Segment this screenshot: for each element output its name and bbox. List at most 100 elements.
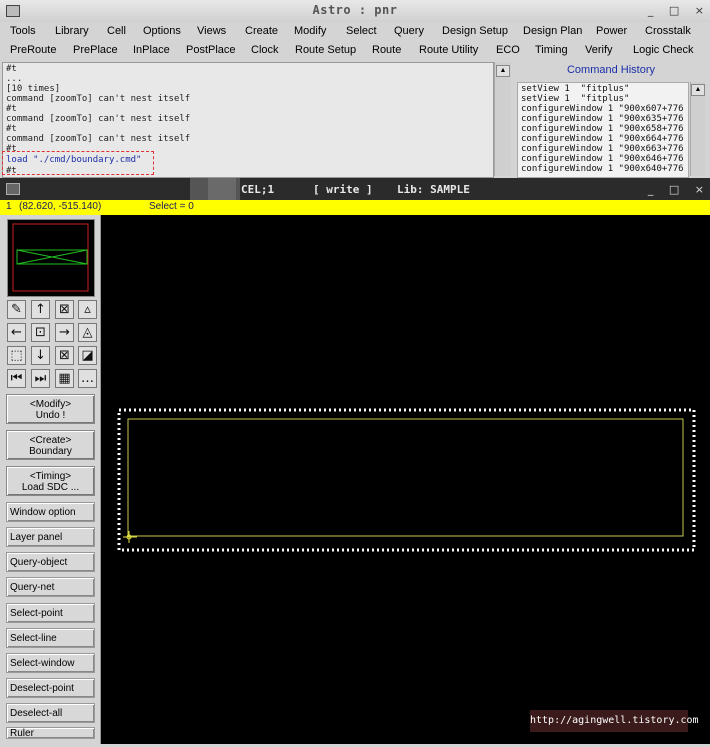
zoom-prev-icon[interactable]: ⬚ [7, 346, 26, 365]
menu-logic-check[interactable]: Logic Check [633, 44, 694, 56]
console-line: command [zoomTo] can't nest itself [6, 94, 191, 104]
window-menu-icon[interactable] [6, 183, 20, 195]
load-sdc-button[interactable]: <Timing> Load SDC ... [6, 466, 95, 496]
fast-forward-icon[interactable]: ⏭ [31, 369, 50, 388]
menu-preplace[interactable]: PrePlace [73, 44, 118, 56]
menu-route[interactable]: Route [372, 44, 401, 56]
history-item[interactable]: configureWindow 1 "900x646+776 [521, 154, 684, 164]
query-net-button[interactable]: Query-net [6, 577, 95, 597]
select-line-button[interactable]: Select-line [6, 628, 95, 648]
history-item[interactable]: setView 1 "fitplus" [521, 84, 629, 94]
more-icon[interactable]: … [78, 369, 97, 388]
menu-crosstalk[interactable]: Crosstalk [645, 25, 691, 37]
zoom-box-icon[interactable]: ⊠ [55, 346, 74, 365]
scroll-up-icon[interactable]: ▲ [691, 84, 705, 96]
load-sdc-label: Load SDC ... [21, 482, 80, 493]
cursor-coordinates: (82.620, -515.140) [19, 201, 102, 212]
scroll-up-icon[interactable]: ▲ [496, 65, 510, 77]
menu-modify[interactable]: Modify [294, 25, 326, 37]
menu-tools[interactable]: Tools [10, 25, 36, 37]
deselect-all-button[interactable]: Deselect-all [6, 703, 95, 723]
create-boundary-button[interactable]: <Create> Boundary [6, 430, 95, 460]
ruler-button[interactable]: Ruler [6, 727, 95, 739]
history-item[interactable]: configureWindow 1 "900x607+776 [521, 104, 684, 114]
menu-bar-1: Tools Library Cell Options Views Create … [0, 22, 710, 41]
layout-svg [117, 408, 696, 552]
history-item[interactable]: configureWindow 1 "900x663+776 [521, 144, 684, 154]
window-option-button[interactable]: Window option [6, 502, 95, 522]
menu-timing[interactable]: Timing [535, 44, 568, 56]
console-line: command [zoomTo] can't nest itself [6, 114, 191, 124]
menu-inplace[interactable]: InPlace [133, 44, 170, 56]
redacted-region [208, 178, 236, 200]
minimize-button[interactable]: _ [648, 4, 654, 17]
menu-route-setup[interactable]: Route Setup [295, 44, 356, 56]
overview-map[interactable] [7, 219, 95, 297]
close-button[interactable]: × [695, 183, 704, 196]
zoom-center-icon[interactable]: ⊡ [31, 323, 50, 342]
arrow-right-icon[interactable]: → [55, 323, 74, 342]
menu-cell[interactable]: Cell [107, 25, 126, 37]
undo-button-label: Undo ! [35, 410, 66, 421]
menu-eco[interactable]: ECO [496, 44, 520, 56]
library-name: Lib: SAMPLE [397, 183, 470, 196]
history-scrollbar[interactable]: ▲ [690, 82, 705, 176]
zoom-in-icon[interactable]: ◬ [78, 323, 97, 342]
maximize-button[interactable]: □ [669, 183, 679, 196]
menu-preroute[interactable]: PreRoute [10, 44, 56, 56]
boundary-rectangle[interactable] [127, 418, 684, 537]
grid-icon[interactable]: ▦ [55, 369, 74, 388]
minimize-button[interactable]: _ [648, 183, 654, 196]
deselect-point-button[interactable]: Deselect-point [6, 678, 95, 698]
create-boundary-category: <Create> [29, 435, 72, 446]
write-mode: [ write ] [313, 183, 373, 196]
arrow-down-icon[interactable]: ↓ [31, 346, 50, 365]
select-point-button[interactable]: Select-point [6, 603, 95, 623]
menu-clock[interactable]: Clock [251, 44, 279, 56]
zoom-out-icon[interactable]: ◪ [78, 346, 97, 365]
history-item[interactable]: configureWindow 1 "900x640+776 [521, 164, 684, 174]
layer-panel-button[interactable]: Layer panel [6, 527, 95, 547]
edit-icon[interactable]: ✎ [7, 300, 26, 319]
command-history-title: Command History [566, 64, 656, 76]
menu-library[interactable]: Library [55, 25, 89, 37]
console-line: #t [6, 124, 17, 134]
app-title: Astro : pnr [312, 3, 398, 17]
menu-views[interactable]: Views [197, 25, 226, 37]
menu-power[interactable]: Power [596, 25, 627, 37]
arrow-up-icon[interactable]: ↑ [31, 300, 50, 319]
window-controls: _ □ × [636, 4, 704, 17]
menu-design-plan[interactable]: Design Plan [523, 25, 582, 37]
menu-postplace[interactable]: PostPlace [186, 44, 236, 56]
layout-canvas[interactable] [101, 215, 710, 744]
load-sdc-category: <Timing> [29, 471, 72, 482]
history-item[interactable]: configureWindow 1 "900x635+776 [521, 114, 684, 124]
undo-button[interactable]: <Modify> Undo ! [6, 394, 95, 424]
menu-create[interactable]: Create [245, 25, 278, 37]
origin-marker [123, 531, 137, 543]
zoom-small-icon[interactable]: ▵ [78, 300, 97, 319]
menu-select[interactable]: Select [346, 25, 377, 37]
selection-highlight [117, 408, 696, 552]
command-history-list[interactable]: setView 1 "fitplus" setView 1 "fitplus" … [517, 82, 689, 178]
history-item[interactable]: setView 1 "fitplus" [521, 94, 629, 104]
console-scrollbar[interactable]: ▲ [494, 62, 511, 176]
close-button[interactable]: × [695, 4, 704, 17]
menu-design-setup[interactable]: Design Setup [442, 25, 508, 37]
select-window-button[interactable]: Select-window [6, 653, 95, 673]
history-item[interactable]: configureWindow 1 "900x658+776 [521, 124, 684, 134]
arrow-left-icon[interactable]: ← [7, 323, 26, 342]
history-item[interactable]: configureWindow 1 "900x664+776 [521, 134, 684, 144]
overview-svg [12, 223, 89, 292]
query-object-button[interactable]: Query-object [6, 552, 95, 572]
maximize-button[interactable]: □ [669, 4, 679, 17]
app-title-bar: Astro : pnr _ □ × [0, 0, 710, 23]
menu-verify[interactable]: Verify [585, 44, 613, 56]
console-line: #t [6, 104, 17, 114]
menu-query[interactable]: Query [394, 25, 424, 37]
menu-route-utility[interactable]: Route Utility [419, 44, 478, 56]
fit-icon[interactable]: ⊠ [55, 300, 74, 319]
menu-bar-2: PreRoute PrePlace InPlace PostPlace Cloc… [0, 41, 710, 60]
menu-options[interactable]: Options [143, 25, 181, 37]
rewind-icon[interactable]: ⏮ [7, 369, 26, 388]
